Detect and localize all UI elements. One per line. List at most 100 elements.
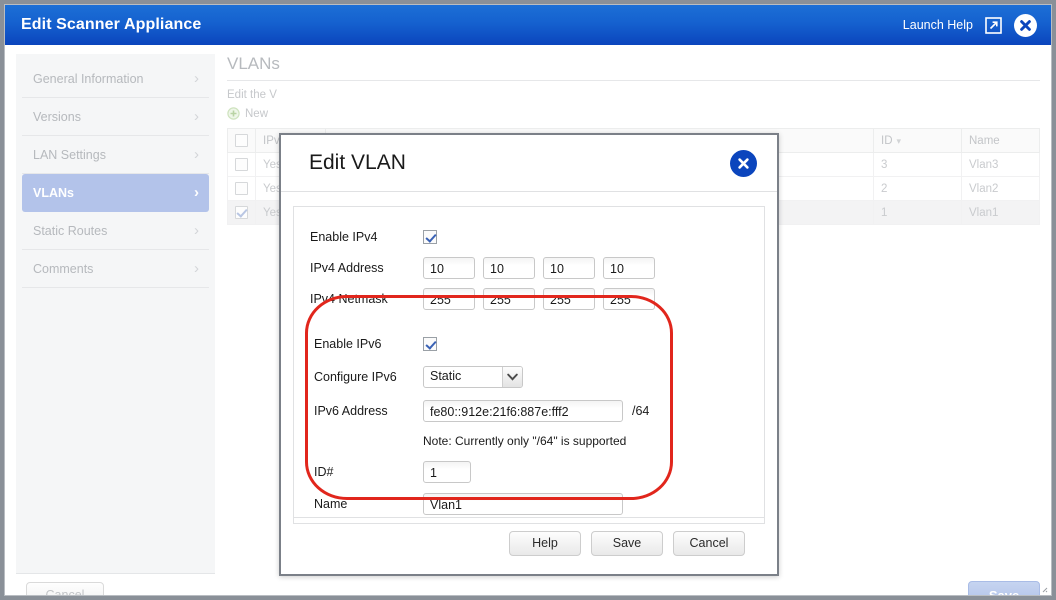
configure-ipv6-label: Configure IPv6: [314, 370, 397, 384]
dialog-close-button[interactable]: [730, 149, 757, 177]
dialog-cancel-button[interactable]: Cancel: [673, 530, 745, 556]
row-checkbox[interactable]: [235, 182, 248, 195]
row-name: Name Vlan1: [294, 488, 764, 519]
title-divider: [227, 80, 1040, 81]
column-header-id[interactable]: ID ▾: [873, 128, 962, 153]
dialog-form: Enable IPv4 IPv4 Address 10 10 10 10 IPv…: [293, 206, 765, 524]
ipv4-address-octet-4[interactable]: 10: [603, 256, 655, 279]
enable-ipv6-label: Enable IPv6: [314, 336, 382, 351]
cancel-button[interactable]: Cancel: [26, 582, 104, 595]
ipv4-address-label: IPv4 Address: [310, 260, 384, 275]
sidebar-item-general-information[interactable]: General Information ›: [22, 60, 209, 98]
enable-ipv4-label: Enable IPv4: [310, 229, 378, 244]
external-link-icon[interactable]: [985, 16, 1002, 34]
sidebar: General Information › Versions › LAN Set…: [16, 54, 215, 574]
cell-name: Vlan3: [961, 152, 1040, 177]
enable-ipv4-checkbox[interactable]: [423, 229, 437, 244]
close-icon: [738, 157, 749, 169]
sidebar-item-label: General Information: [33, 71, 144, 86]
dialog-save-button[interactable]: Save: [591, 530, 663, 556]
edit-vlan-dialog: Edit VLAN Enable IPv4 IPv4 Address 10 10…: [279, 133, 779, 576]
dialog-footer: Help Save Cancel: [293, 517, 765, 574]
row-checkbox-cell[interactable]: [227, 152, 256, 177]
configure-ipv6-select[interactable]: Static: [423, 366, 523, 388]
close-icon: [1020, 19, 1031, 31]
chevron-right-icon: ›: [194, 222, 199, 239]
sidebar-item-label: Comments: [33, 261, 94, 276]
chevron-right-icon: ›: [194, 184, 199, 201]
sidebar-item-static-routes[interactable]: Static Routes ›: [22, 212, 209, 250]
row-id: ID# 1: [294, 455, 764, 488]
ipv4-netmask-octet-1[interactable]: 255: [423, 287, 475, 310]
configure-ipv6-value: Static: [430, 369, 462, 383]
ipv4-address-octet-1[interactable]: 10: [423, 256, 475, 279]
sort-descending-icon: ▾: [896, 135, 902, 146]
row-checkbox[interactable]: [235, 158, 248, 171]
id-label: ID#: [314, 464, 334, 479]
ipv6-note: Note: Currently only "/64" is supported: [423, 434, 627, 448]
window-body: General Information › Versions › LAN Set…: [5, 45, 1051, 595]
save-button[interactable]: Save: [968, 581, 1040, 595]
ipv4-netmask-octet-3[interactable]: 255: [543, 287, 595, 310]
ipv6-address-label: IPv6 Address: [314, 404, 388, 418]
chevron-right-icon: ›: [194, 108, 199, 125]
row-configure-ipv6: Configure IPv6 Static: [294, 359, 764, 395]
enable-ipv6-checkbox[interactable]: [423, 336, 437, 351]
help-button[interactable]: Help: [509, 530, 581, 556]
chevron-right-icon: ›: [194, 146, 199, 163]
cell-id: 1: [873, 200, 962, 225]
row-checkbox[interactable]: [235, 206, 248, 219]
window-title: Edit Scanner Appliance: [21, 16, 202, 33]
ipv4-netmask-octet-4[interactable]: 255: [603, 287, 655, 310]
sidebar-item-vlans[interactable]: VLANs ›: [22, 174, 209, 212]
cell-id: 2: [873, 176, 962, 201]
row-ipv4-netmask: IPv4 Netmask 255 255 255 255: [294, 283, 764, 314]
row-enable-ipv6: Enable IPv6: [294, 328, 764, 359]
sidebar-item-label: LAN Settings: [33, 147, 106, 162]
name-input[interactable]: Vlan1: [423, 492, 623, 515]
chevron-right-icon: ›: [194, 70, 199, 87]
sidebar-item-versions[interactable]: Versions ›: [22, 98, 209, 136]
resize-grip-icon[interactable]: [1038, 583, 1048, 593]
titlebar-actions: Launch Help: [903, 13, 1037, 37]
window-titlebar: Edit Scanner Appliance Launch Help: [5, 5, 1051, 45]
launch-help-link[interactable]: Launch Help: [903, 18, 973, 32]
row-enable-ipv4: Enable IPv4: [294, 221, 764, 252]
new-vlan-label: New: [245, 107, 269, 120]
sidebar-item-label: VLANs: [33, 185, 74, 200]
ipv6-prefix-label: /64: [632, 404, 650, 418]
cell-id: 3: [873, 152, 962, 177]
dialog-header: Edit VLAN: [281, 135, 777, 192]
sidebar-item-label: Versions: [33, 109, 81, 124]
name-label: Name: [314, 496, 348, 511]
edit-scanner-appliance-window: Edit Scanner Appliance Launch Help Gener…: [4, 4, 1052, 596]
ipv4-netmask-label: IPv4 Netmask: [310, 291, 388, 306]
window-close-button[interactable]: [1014, 13, 1037, 37]
dialog-title: Edit VLAN: [309, 151, 406, 174]
row-checkbox-cell[interactable]: [227, 200, 256, 225]
sidebar-item-comments[interactable]: Comments ›: [22, 250, 209, 288]
ipv4-netmask-octet-2[interactable]: 255: [483, 287, 535, 310]
add-circle-icon: [227, 107, 240, 120]
cell-name: Vlan2: [961, 176, 1040, 201]
panel-description: Edit the V: [227, 89, 277, 101]
page-title: VLANs: [227, 54, 280, 73]
row-ipv6-address: IPv6 Address fe80::912e:21f6:887e:fff2 /…: [294, 395, 764, 427]
select-all-header[interactable]: [227, 128, 256, 153]
select-all-checkbox[interactable]: [235, 134, 248, 147]
ipv4-address-octet-2[interactable]: 10: [483, 256, 535, 279]
row-ipv4-address: IPv4 Address 10 10 10 10: [294, 252, 764, 283]
sidebar-item-label: Static Routes: [33, 223, 108, 238]
new-vlan-button[interactable]: New: [227, 107, 1040, 120]
cell-name: Vlan1: [961, 200, 1040, 225]
ipv6-address-input[interactable]: fe80::912e:21f6:887e:fff2: [423, 400, 623, 422]
ipv4-address-octet-3[interactable]: 10: [543, 256, 595, 279]
sidebar-item-lan-settings[interactable]: LAN Settings ›: [22, 136, 209, 174]
column-header-name[interactable]: Name: [961, 128, 1040, 153]
chevron-right-icon: ›: [194, 260, 199, 277]
id-input[interactable]: 1: [423, 460, 471, 483]
chevron-down-icon: [502, 367, 522, 387]
sidebar-nav: General Information › Versions › LAN Set…: [16, 54, 215, 288]
row-checkbox-cell[interactable]: [227, 176, 256, 201]
screenshot-root: Edit Scanner Appliance Launch Help Gener…: [0, 0, 1056, 600]
